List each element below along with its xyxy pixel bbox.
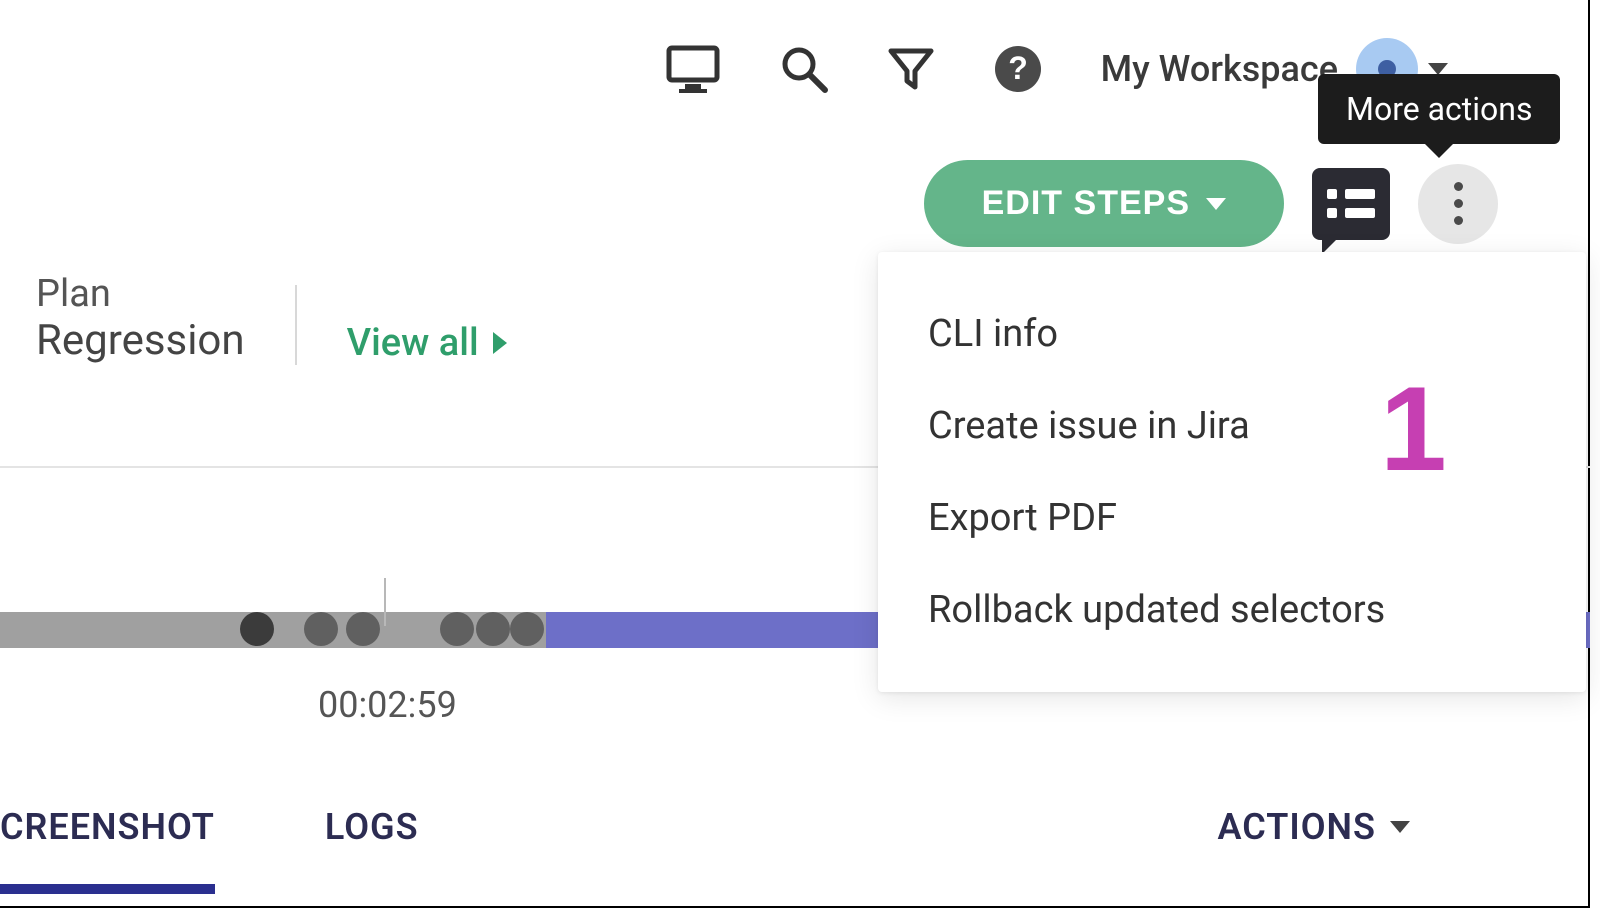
plan-value: Regression (36, 316, 245, 365)
actions-dropdown[interactable]: ACTIONS (1217, 796, 1410, 858)
actions-label: ACTIONS (1217, 806, 1376, 848)
more-actions-button[interactable] (1418, 164, 1498, 244)
timeline-marker[interactable] (304, 612, 338, 646)
menu-item-rollback-selectors[interactable]: Rollback updated selectors (878, 564, 1586, 656)
chevron-down-icon (1390, 821, 1410, 833)
view-all-link[interactable]: View all (347, 321, 507, 365)
chevron-down-icon (1206, 198, 1226, 210)
chevron-right-icon (493, 332, 507, 354)
timeline-time-label: 00:02:59 (318, 684, 457, 726)
view-all-label: View all (347, 321, 479, 365)
svg-text:?: ? (1008, 50, 1028, 86)
tab-screenshot[interactable]: CREENSHOT (0, 796, 215, 858)
timeline-marker[interactable] (346, 612, 380, 646)
workspace-label: My Workspace (1101, 48, 1338, 90)
edit-steps-button[interactable]: EDIT STEPS (924, 160, 1284, 247)
app-frame: ? My Workspace More actions EDIT STEPS (0, 0, 1590, 908)
detail-tabs: CREENSHOT LOGS ACTIONS (0, 796, 1590, 858)
timeline-marker[interactable] (240, 612, 274, 646)
monitor-icon[interactable] (665, 44, 721, 94)
timeline-tick (384, 578, 386, 626)
filter-icon[interactable] (887, 45, 935, 93)
more-actions-menu: CLI info Create issue in Jira Export PDF… (878, 252, 1586, 692)
timeline-marker[interactable] (440, 612, 474, 646)
test-meta: Plan Regression View all (36, 272, 507, 365)
menu-item-export-pdf[interactable]: Export PDF (878, 472, 1586, 564)
page-action-row: EDIT STEPS (924, 160, 1498, 247)
timeline-marker[interactable] (510, 612, 544, 646)
divider (295, 285, 297, 365)
tab-logs[interactable]: LOGS (325, 796, 419, 858)
plan-label: Plan (36, 272, 245, 316)
timeline-marker[interactable] (476, 612, 510, 646)
comments-icon (1327, 189, 1375, 218)
tooltip-more-actions: More actions (1318, 74, 1560, 144)
menu-item-create-jira-issue[interactable]: Create issue in Jira (878, 380, 1586, 472)
search-icon[interactable] (779, 44, 829, 94)
edit-steps-label: EDIT STEPS (982, 184, 1190, 223)
comments-button[interactable] (1312, 168, 1390, 240)
menu-item-cli-info[interactable]: CLI info (878, 288, 1586, 380)
help-icon[interactable]: ? (993, 44, 1043, 94)
annotation-number: 1 (1380, 360, 1447, 498)
